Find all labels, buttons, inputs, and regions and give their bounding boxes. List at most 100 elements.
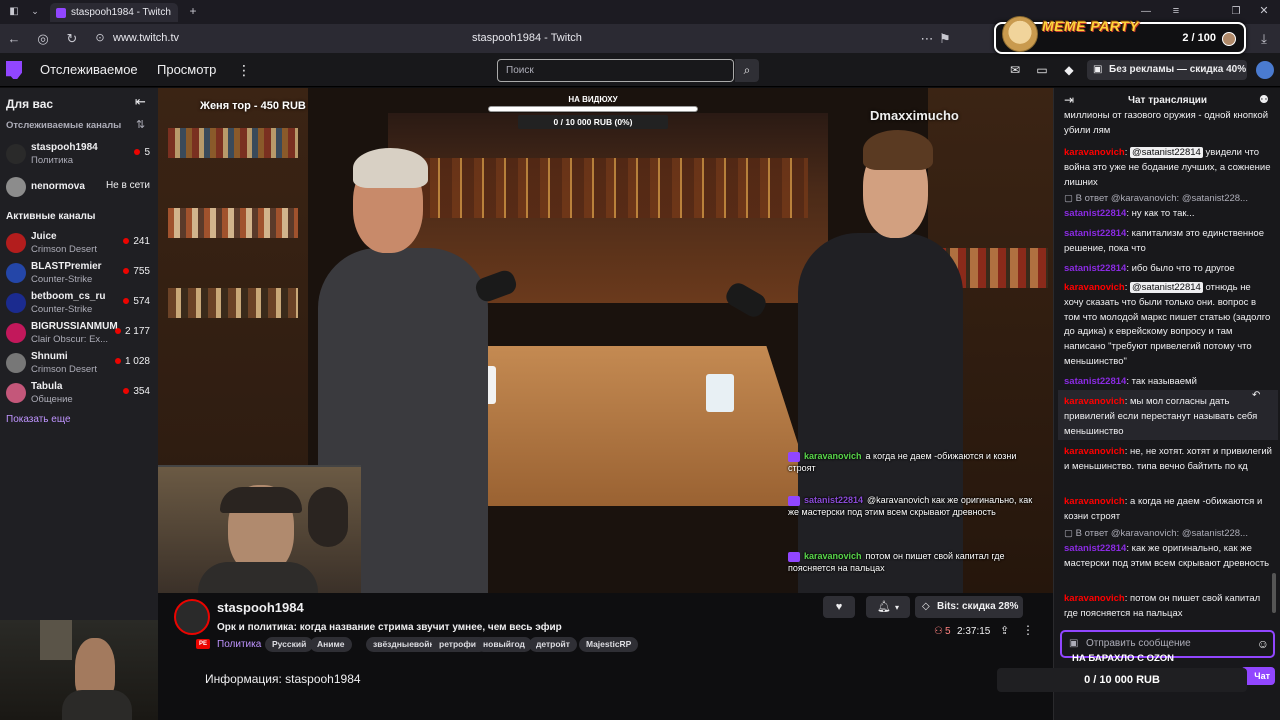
site-info-icon[interactable]: ⊙ [90, 24, 110, 53]
page-title: staspooh1984 - Twitch [472, 32, 582, 44]
browser-tab-twitch[interactable]: staspooh1984 - Twitch [50, 3, 178, 22]
notifications-icon[interactable]: ◆ [1060, 53, 1078, 87]
chat-message: karavanovich: @satanist22814 отнюдь не х… [1064, 281, 1272, 370]
back-icon[interactable]: ← [4, 24, 24, 53]
whispers-icon[interactable]: ▭ [1033, 53, 1051, 87]
stream-tag[interactable]: новыйгод [476, 637, 532, 652]
sidebar-channel[interactable]: Shnumi Crimson Desert 1 028 [6, 350, 156, 378]
sidebar-channel[interactable]: BIGRUSSIANMUM Clair Obscur: Ex... 2 177 [6, 320, 156, 348]
close-window-icon[interactable]: ✕ [1254, 0, 1274, 26]
stream-tag[interactable]: Аниме [310, 637, 352, 652]
more-options-icon[interactable]: ⋯ [917, 24, 937, 53]
video-watermark: Dmaxximucho [870, 108, 959, 123]
sort-icon[interactable]: ⇅ [136, 118, 145, 131]
stream-tag[interactable]: MajesticRP [579, 637, 639, 652]
viewer-count-text: 354 [133, 386, 150, 397]
channel-name: BIGRUSSIANMUM [31, 321, 118, 332]
notifications-button[interactable]: 🔔︎ ▾ [866, 596, 910, 618]
chat-text: ибо было что то другое [1131, 263, 1235, 274]
channel-game: Counter-Strike [31, 274, 93, 285]
sidebar-channel[interactable]: staspooh1984 Политика 5 [6, 141, 156, 169]
chat-username[interactable]: karavanovich [1064, 593, 1125, 604]
video-overlay-chat-message: satanist22814 @karavanovich как же оригин… [788, 494, 1038, 518]
active-channels-heading: Активные каналы [6, 211, 96, 222]
sidebar-toggle-icon[interactable]: ◧ [4, 0, 24, 26]
collapse-sidebar-icon[interactable]: ⇤ [135, 94, 146, 110]
download-icon[interactable]: ⤓ [1254, 24, 1274, 53]
channel-avatar[interactable] [174, 599, 210, 635]
stream-tag[interactable]: Русский [265, 637, 314, 652]
chat-message: karavanovich: а когда не даем -обижаются… [1064, 495, 1272, 525]
cam-shoulders [62, 690, 132, 720]
video-player[interactable]: Женя тор - 450 RUB НА ВИДЮХУ 0 / 10 000 … [158, 88, 1053, 593]
url-text[interactable]: www.twitch.tv [113, 24, 179, 53]
sidebar-channel[interactable]: BLASTPremier Counter-Strike 755 [6, 260, 156, 288]
chat-mention[interactable]: @satanist22814 [1130, 147, 1203, 158]
sidebar-channel[interactable]: nenormova Не в сети [6, 174, 156, 202]
chat-username[interactable]: karavanovich [1064, 496, 1125, 507]
twitch-top-nav: Отслеживаемое Просмотр ⋮ Поиск ⌕ ✉ ▭ ◆ ▣… [0, 53, 1280, 87]
chat-username[interactable]: karavanovich [1064, 446, 1125, 457]
nav-browse[interactable]: Просмотр [157, 53, 216, 87]
chat-reply-context: ▢ В ответ @karavanovich: @satanist228... [1064, 528, 1248, 539]
chat-username[interactable]: satanist22814 [1064, 376, 1126, 387]
follow-heart-button[interactable]: ♥ [823, 596, 855, 618]
mug-right [706, 374, 734, 412]
viewer-count-text: 2 177 [124, 326, 150, 337]
twitch-logo-icon[interactable] [6, 61, 22, 79]
chat-message: karavanovich: мы мол согласны дать приви… [1064, 395, 1272, 439]
bookmark-icon[interactable]: ⚑ [935, 24, 955, 53]
channel-name: betboom_cs_ru [31, 291, 106, 302]
users-icon[interactable]: ⚉ [1259, 93, 1269, 106]
new-tab-icon[interactable]: + [183, 0, 203, 26]
channel-name[interactable]: staspooh1984 [217, 600, 304, 615]
chat-text: так называемй [1131, 376, 1197, 387]
chat-username[interactable]: satanist22814 [1064, 543, 1126, 554]
channel-offline-status: Не в сети [105, 180, 150, 191]
home-icon[interactable]: ◎ [33, 24, 53, 53]
chat-scrollbar[interactable] [1272, 573, 1276, 613]
stream-category[interactable]: Политика [217, 639, 261, 650]
bits-icon: ◇ [922, 601, 930, 612]
chat-username[interactable]: karavanovich [1064, 147, 1125, 158]
sidebar-channel[interactable]: betboom_cs_ru Counter-Strike 574 [6, 290, 156, 318]
chat-message: karavanovich: не, не хотят. хотят и прив… [1064, 445, 1272, 475]
stream-tag[interactable]: детройт [529, 637, 577, 652]
chevron-down-icon: ▾ [894, 603, 899, 612]
chat-message: satanist22814: капитализм это единственн… [1064, 227, 1272, 257]
channel-game: Общение [31, 394, 73, 405]
meme-party-count: 2 / 100 [1182, 32, 1216, 44]
books-row-3 [168, 288, 298, 318]
sidebar-channel[interactable]: Juice Crimson Desert 241 [6, 230, 156, 258]
share-icon[interactable]: ⇪ [1000, 624, 1009, 637]
channel-viewer-count: 241 [123, 236, 150, 247]
search-input[interactable]: Поиск [497, 59, 734, 82]
nav-more-icon[interactable]: ⋮ [237, 53, 251, 87]
doge-icon [1002, 16, 1038, 52]
chat-text: миллионы от газового оружия - одной кноп… [1064, 110, 1269, 136]
more-options-icon[interactable]: ⋮ [1022, 623, 1034, 637]
chat-mention[interactable]: @satanist22814 [1130, 282, 1203, 293]
inbox-icon[interactable]: ✉ [1006, 53, 1024, 87]
books-row-2 [168, 208, 298, 238]
channel-name: Tabula [31, 381, 63, 392]
channel-avatar [6, 383, 26, 403]
bits-button[interactable]: ◇ Bits: скидка 28% [915, 596, 1023, 618]
nav-following[interactable]: Отслеживаемое [40, 53, 138, 87]
ad-free-button[interactable]: ▣ Без рекламы — скидка 40% [1087, 60, 1247, 80]
chat-username[interactable]: karavanovich [1064, 282, 1125, 293]
emote-icon[interactable]: ☺ [1257, 632, 1269, 656]
user-avatar[interactable] [1256, 61, 1274, 79]
channel-avatar [6, 177, 26, 197]
chat-username[interactable]: satanist22814 [1064, 228, 1126, 239]
chat-username[interactable]: satanist22814 [1064, 208, 1126, 219]
chat-username[interactable]: karavanovich [1064, 396, 1125, 407]
search-icon[interactable]: ⌕ [735, 59, 759, 82]
live-dot-icon [123, 238, 130, 245]
chat-input-placeholder: Отправить сообщение [1086, 638, 1191, 649]
reload-icon[interactable]: ↻ [62, 24, 82, 53]
sidebar-channel[interactable]: Tabula Общение 354 [6, 380, 156, 408]
show-more-link[interactable]: Показать еще [6, 414, 71, 425]
chat-username[interactable]: satanist22814 [1064, 263, 1126, 274]
tab-list-chevron-icon[interactable]: ⌄ [25, 0, 45, 26]
